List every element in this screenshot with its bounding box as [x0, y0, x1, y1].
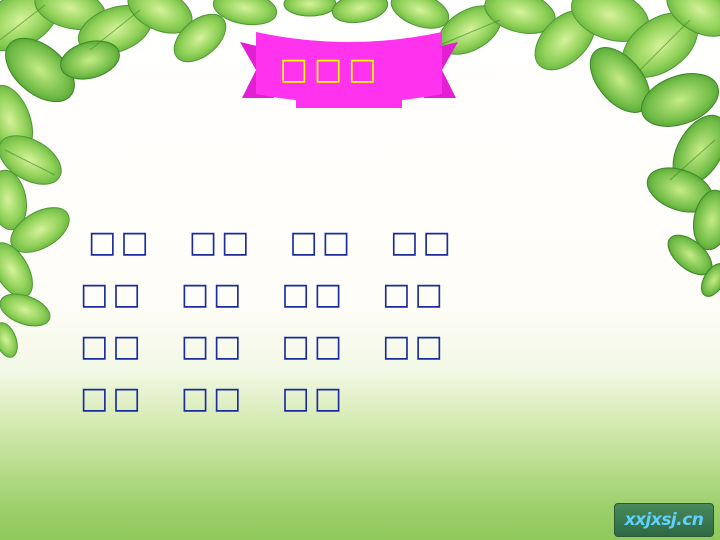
slide: □□□ □□ □□ □□ □□ □□ □□ □□ □□ □□ □□ □□ □□ … [0, 0, 720, 540]
word-item: □□ [88, 224, 153, 260]
word-row: □□ □□ □□ □□ [80, 320, 460, 372]
word-item: □□ [180, 380, 246, 416]
site-watermark: xxjxsj.cn [614, 503, 714, 537]
word-item: □□ [80, 380, 145, 416]
word-item: □□ [188, 224, 254, 260]
word-item: □□ [80, 328, 145, 364]
word-item: □□ [289, 224, 355, 260]
banner-title: □□□ [279, 51, 383, 87]
watermark-text: xxjxsj.cn [624, 510, 704, 530]
word-item: □□ [180, 276, 246, 312]
word-item: □□ [382, 328, 447, 364]
word-item: □□ [390, 224, 455, 260]
word-row: □□ □□ □□ [80, 372, 460, 424]
word-row: □□ □□ □□ □□ [80, 268, 460, 320]
word-item: □□ [80, 276, 145, 312]
word-item: □□ [281, 380, 347, 416]
word-item: □□ [382, 276, 447, 312]
word-item: □□ [180, 328, 246, 364]
word-item: □□ [281, 328, 347, 364]
word-grid: □□ □□ □□ □□ □□ □□ □□ □□ □□ □□ □□ □□ □□ □… [80, 216, 460, 424]
word-row: □□ □□ □□ □□ [80, 216, 460, 268]
word-item: □□ [281, 276, 347, 312]
